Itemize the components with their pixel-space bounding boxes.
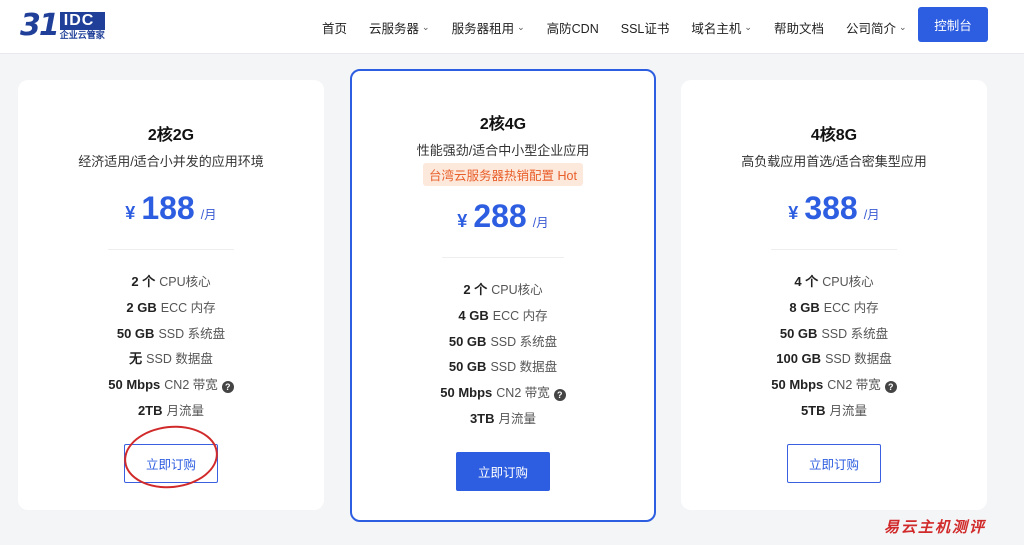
spec-traffic: 3TB 月流量 <box>469 410 537 426</box>
nav-item-label: 域名主机 <box>691 21 742 36</box>
nav-item-label: SSL证书 <box>620 21 670 36</box>
price-amount: 288 <box>473 198 527 234</box>
spec-system-disk: 50 GB SSD 系统盘 <box>116 325 226 341</box>
logo-mark: 31 <box>20 8 60 43</box>
spec-memory: 4 GB ECC 内存 <box>458 307 548 323</box>
spec-system-disk: 50 GB SSD 系统盘 <box>448 333 558 349</box>
help-icon[interactable]: ? <box>221 381 234 394</box>
spec-cpu: 2 个 CPU核心 <box>463 282 543 297</box>
order-button[interactable]: 立即订购 <box>787 443 881 483</box>
spec-data-disk: 50 GB SSD 数据盘 <box>448 359 558 375</box>
plan-title: 4核8G <box>810 127 858 144</box>
nav-item-domain-host[interactable]: 域名主机 ⌄ <box>691 18 752 37</box>
nav-item-label: 帮助文档 <box>773 21 824 36</box>
price-amount: 388 <box>804 190 858 226</box>
nav-item-ssl[interactable]: SSL证书 <box>621 18 670 37</box>
help-icon[interactable]: ? <box>553 389 566 402</box>
nav-item-about[interactable]: 公司简介 ⌄ <box>846 18 907 37</box>
order-button[interactable]: 立即订购 <box>124 443 218 483</box>
plan-card-4c8g: 4核8G 高负载应用首选/适合密集型应用 ¥ 388 /月 4 个 CPU核心 8… <box>681 80 987 510</box>
divider <box>108 249 234 250</box>
nav-item-home[interactable]: 首页 <box>322 18 347 37</box>
price: ¥ 288 /月 <box>352 198 654 235</box>
spec-bandwidth: 50 Mbps CN2 带宽? <box>352 380 654 406</box>
spec-data-disk: 无 SSD 数据盘 <box>129 351 213 367</box>
help-icon[interactable]: ? <box>884 381 897 394</box>
plan-description: 高负载应用首选/适合密集型应用 <box>741 154 927 169</box>
spec-bandwidth: 50 Mbps CN2 带宽? <box>681 372 987 398</box>
logo-sub: 企业云管家 <box>59 29 105 40</box>
main-nav: 首页 云服务器 ⌄ 服务器租用 ⌄ 高防CDN SSL证书 域名主机 ⌄ 帮助文… <box>322 0 929 54</box>
currency-symbol: ¥ <box>457 211 468 231</box>
top-header: 31 IDC 企业云管家 首页 云服务器 ⌄ 服务器租用 ⌄ 高防CDN SSL… <box>0 0 1024 54</box>
spec-cpu: 2 个 CPU核心 <box>131 274 211 289</box>
spec-traffic: 2TB 月流量 <box>137 402 205 418</box>
nav-item-cdn[interactable]: 高防CDN <box>547 18 599 37</box>
order-button[interactable]: 立即订购 <box>456 451 550 491</box>
plan-description: 性能强劲/适合中小型企业应用 <box>416 143 590 158</box>
price-amount: 188 <box>141 190 195 226</box>
spec-bandwidth: 50 Mbps CN2 带宽? <box>18 372 324 398</box>
spec-list: 2 个 CPU核心 2 GB ECC 内存 50 GB SSD 系统盘 无 SSD 数据… <box>18 269 324 424</box>
currency-symbol: ¥ <box>125 203 136 223</box>
price-unit: /月 <box>532 216 549 230</box>
spec-list: 4 个 CPU核心 8 GB ECC 内存 50 GB SSD 系统盘 100 GB S… <box>681 269 987 424</box>
currency-symbol: ¥ <box>788 203 799 223</box>
spec-memory: 8 GB ECC 内存 <box>789 299 879 315</box>
spec-traffic: 5TB 月流量 <box>800 402 868 418</box>
plan-title: 2核4G <box>479 116 527 133</box>
spec-memory: 2 GB ECC 内存 <box>126 299 216 315</box>
nav-item-help-docs[interactable]: 帮助文档 <box>774 18 824 37</box>
divider <box>442 257 564 258</box>
plan-title: 2核2G <box>147 127 195 144</box>
spec-cpu: 4 个 CPU核心 <box>794 274 874 289</box>
price: ¥ 388 /月 <box>681 190 987 227</box>
price-unit: /月 <box>863 208 880 222</box>
watermark: 易云主机测评 <box>884 518 987 536</box>
nav-item-label: 公司简介 <box>845 21 896 36</box>
logo-text: IDC 企业云管家 <box>59 11 105 41</box>
spec-system-disk: 50 GB SSD 系统盘 <box>779 325 889 341</box>
site-logo[interactable]: 31 IDC 企业云管家 <box>20 10 120 42</box>
price-unit: /月 <box>200 208 217 222</box>
nav-item-label: 首页 <box>322 21 348 36</box>
nav-item-cloud-server[interactable]: 云服务器 ⌄ <box>369 18 430 37</box>
hot-badge: 台湾云服务器热销配置 Hot <box>423 163 583 186</box>
divider <box>771 249 897 250</box>
nav-item-label: 高防CDN <box>546 21 599 36</box>
chevron-down-icon: ⌄ <box>744 21 752 32</box>
spec-data-disk: 100 GB SSD 数据盘 <box>776 351 892 367</box>
spec-list: 2 个 CPU核心 4 GB ECC 内存 50 GB SSD 系统盘 50 GB SS… <box>352 277 654 432</box>
chevron-down-icon: ⌄ <box>517 21 525 32</box>
nav-item-server-rental[interactable]: 服务器租用 ⌄ <box>452 18 525 37</box>
console-button[interactable]: 控制台 <box>918 7 988 42</box>
plan-card-2c4g: 2核4G 性能强劲/适合中小型企业应用 台湾云服务器热销配置 Hot ¥ 288… <box>350 69 656 522</box>
logo-idc: IDC <box>59 11 105 30</box>
chevron-down-icon: ⌄ <box>898 21 907 32</box>
price: ¥ 188 /月 <box>18 190 324 227</box>
nav-item-label: 服务器租用 <box>451 21 515 36</box>
nav-item-label: 云服务器 <box>369 21 420 36</box>
chevron-down-icon: ⌄ <box>422 21 430 32</box>
plan-description: 经济适用/适合小并发的应用环境 <box>78 154 264 169</box>
plan-card-2c2g: 2核2G 经济适用/适合小并发的应用环境 ¥ 188 /月 2 个 CPU核心 2… <box>18 80 324 510</box>
